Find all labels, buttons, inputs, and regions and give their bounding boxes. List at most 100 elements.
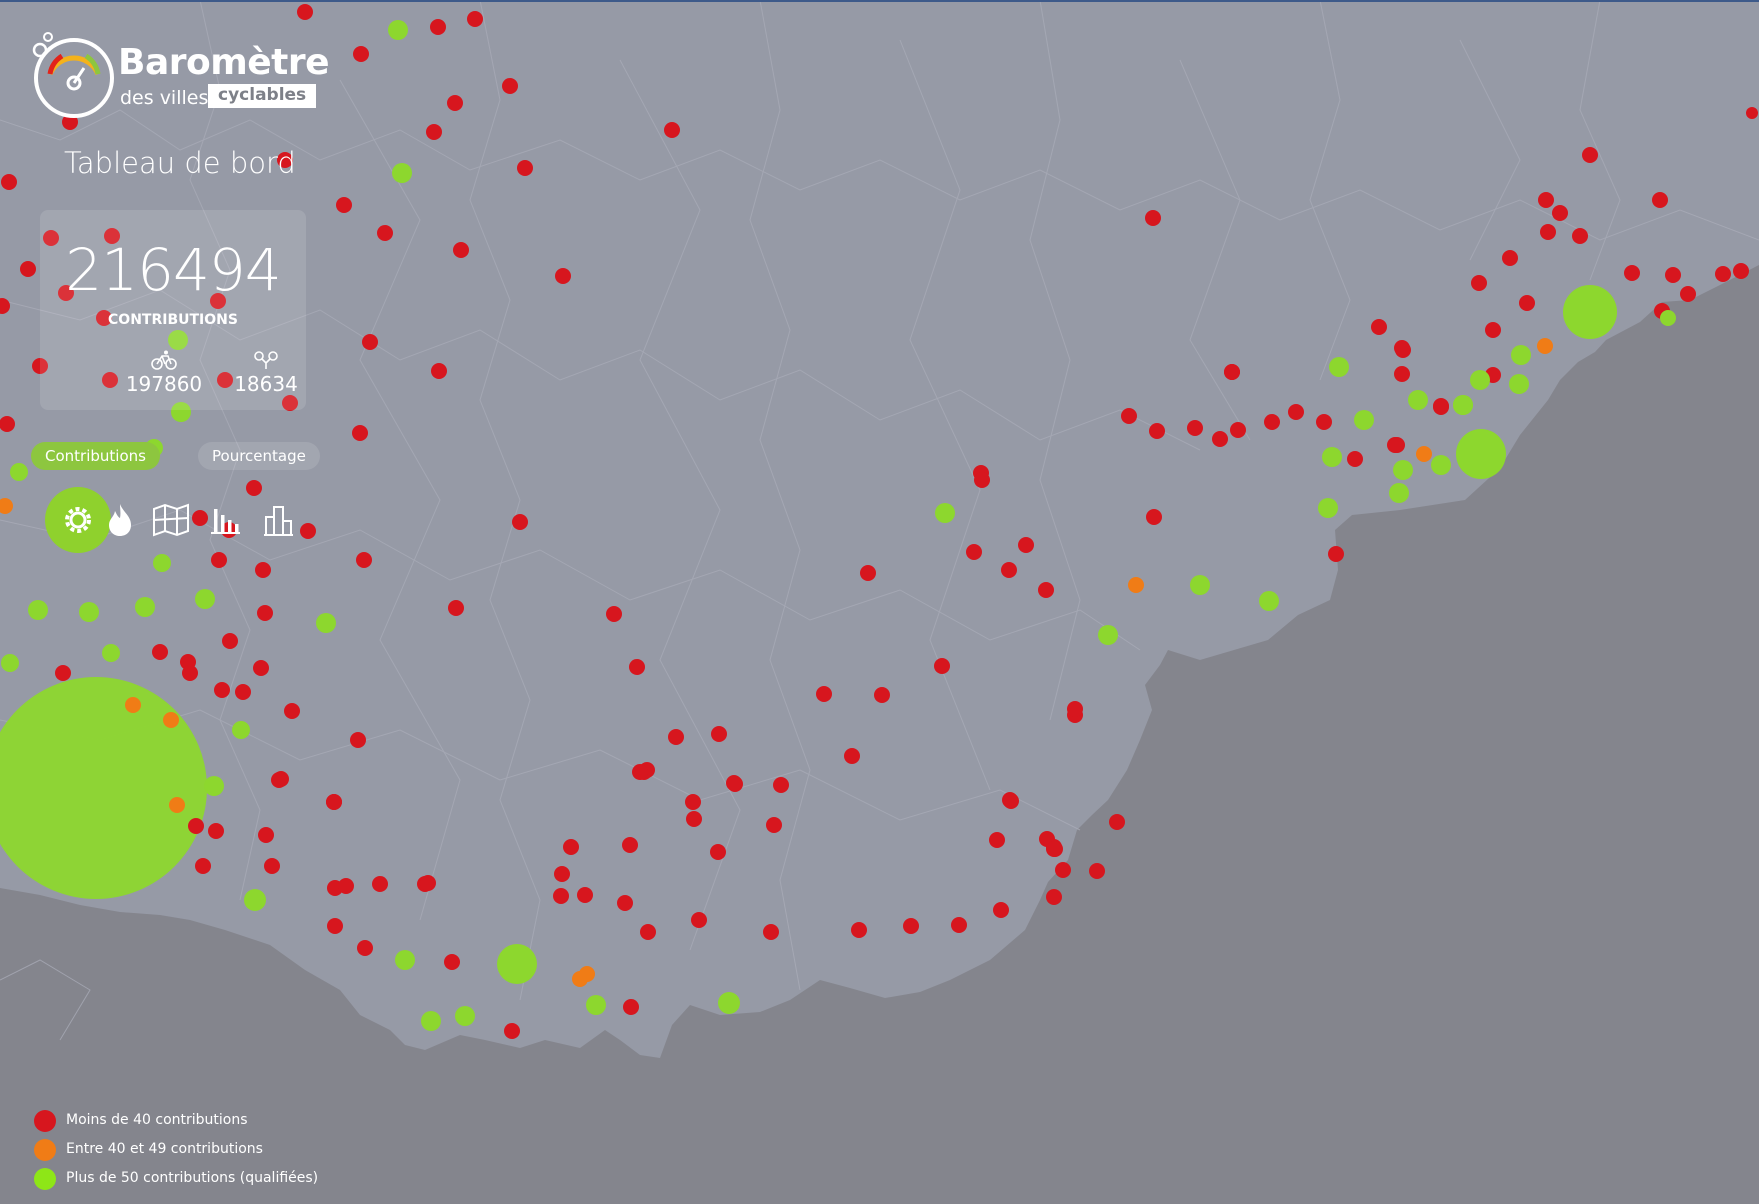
city-marker[interactable] [1746, 107, 1758, 119]
city-marker[interactable] [431, 363, 447, 379]
city-marker[interactable] [710, 844, 726, 860]
city-marker[interactable] [455, 1006, 475, 1026]
city-marker[interactable] [686, 811, 702, 827]
city-marker[interactable] [1394, 340, 1410, 356]
city-marker[interactable] [1212, 431, 1228, 447]
city-marker[interactable] [372, 876, 388, 892]
city-marker[interactable] [632, 764, 648, 780]
city-marker[interactable] [1660, 310, 1676, 326]
city-marker[interactable] [235, 684, 251, 700]
city-marker[interactable] [1652, 192, 1668, 208]
city-marker[interactable] [421, 1011, 441, 1031]
city-marker[interactable] [1540, 224, 1556, 240]
city-marker[interactable] [1121, 408, 1137, 424]
city-marker[interactable] [257, 605, 273, 621]
city-marker[interactable] [974, 472, 990, 488]
city-marker[interactable] [1098, 625, 1118, 645]
city-marker[interactable] [1416, 446, 1432, 462]
city-marker[interactable] [1190, 575, 1210, 595]
city-marker[interactable] [1, 174, 17, 190]
city-marker[interactable] [934, 658, 950, 674]
city-marker[interactable] [1624, 265, 1640, 281]
city-marker[interactable] [338, 878, 354, 894]
city-marker[interactable] [1471, 275, 1487, 291]
city-marker[interactable] [622, 837, 638, 853]
city-marker[interactable] [1394, 366, 1410, 382]
city-marker[interactable] [993, 902, 1009, 918]
city-marker[interactable] [860, 565, 876, 581]
city-marker[interactable] [1502, 250, 1518, 266]
city-marker[interactable] [1552, 205, 1568, 221]
city-marker[interactable] [1322, 447, 1342, 467]
city-marker[interactable] [264, 858, 280, 874]
city-marker[interactable] [1264, 414, 1280, 430]
city-marker[interactable] [640, 924, 656, 940]
city-marker[interactable] [246, 480, 262, 496]
city-marker[interactable] [966, 544, 982, 560]
city-marker[interactable] [1470, 370, 1490, 390]
city-marker[interactable] [1538, 192, 1554, 208]
city-marker[interactable] [388, 20, 408, 40]
city-marker[interactable] [951, 917, 967, 933]
city-marker[interactable] [1187, 420, 1203, 436]
city-marker[interactable] [1329, 357, 1349, 377]
city-marker[interactable] [1371, 319, 1387, 335]
city-marker[interactable] [163, 712, 179, 728]
city-marker-large[interactable] [1456, 429, 1506, 479]
city-marker[interactable] [1149, 423, 1165, 439]
city-marker[interactable] [1046, 889, 1062, 905]
city-marker[interactable] [773, 777, 789, 793]
city-marker[interactable] [258, 827, 274, 843]
city-marker[interactable] [579, 966, 595, 982]
city-marker[interactable] [152, 644, 168, 660]
city-marker[interactable] [102, 644, 120, 662]
map-canvas[interactable] [0, 0, 1759, 1204]
city-marker[interactable] [1001, 562, 1017, 578]
city-marker[interactable] [1431, 455, 1451, 475]
city-marker[interactable] [1572, 228, 1588, 244]
city-marker[interactable] [851, 922, 867, 938]
city-marker[interactable] [222, 633, 238, 649]
city-marker[interactable] [1389, 483, 1409, 503]
city-marker[interactable] [336, 197, 352, 213]
city-marker[interactable] [10, 463, 28, 481]
city-marker[interactable] [629, 659, 645, 675]
city-marker[interactable] [903, 918, 919, 934]
city-marker[interactable] [377, 225, 393, 241]
city-marker[interactable] [1018, 537, 1034, 553]
city-marker[interactable] [718, 992, 740, 1014]
city-marker[interactable] [352, 425, 368, 441]
city-marker[interactable] [284, 703, 300, 719]
city-marker[interactable] [504, 1023, 520, 1039]
city-marker[interactable] [685, 794, 701, 810]
city-marker[interactable] [357, 940, 373, 956]
city-marker[interactable] [214, 682, 230, 698]
city-marker[interactable] [28, 600, 48, 620]
city-marker[interactable] [1733, 263, 1749, 279]
city-marker-large[interactable] [1563, 285, 1617, 339]
city-marker[interactable] [1109, 814, 1125, 830]
city-marker[interactable] [1128, 577, 1144, 593]
city-marker[interactable] [153, 554, 171, 572]
city-marker[interactable] [232, 721, 250, 739]
cities-view-button[interactable] [258, 500, 298, 540]
city-marker[interactable] [766, 817, 782, 833]
city-marker[interactable] [362, 334, 378, 350]
city-marker[interactable] [586, 995, 606, 1015]
heatmap-view-button[interactable] [100, 500, 140, 540]
city-marker[interactable] [271, 772, 287, 788]
city-marker[interactable] [1038, 582, 1054, 598]
city-marker[interactable] [1046, 841, 1062, 857]
city-marker[interactable] [874, 687, 890, 703]
city-marker[interactable] [444, 954, 460, 970]
city-marker[interactable] [1665, 267, 1681, 283]
city-marker[interactable] [448, 600, 464, 616]
city-marker[interactable] [430, 19, 446, 35]
city-marker[interactable] [204, 776, 224, 796]
city-marker[interactable] [1485, 322, 1501, 338]
city-marker[interactable] [255, 562, 271, 578]
city-marker[interactable] [20, 261, 36, 277]
city-marker[interactable] [211, 552, 227, 568]
city-marker[interactable] [1511, 345, 1531, 365]
city-marker[interactable] [125, 697, 141, 713]
